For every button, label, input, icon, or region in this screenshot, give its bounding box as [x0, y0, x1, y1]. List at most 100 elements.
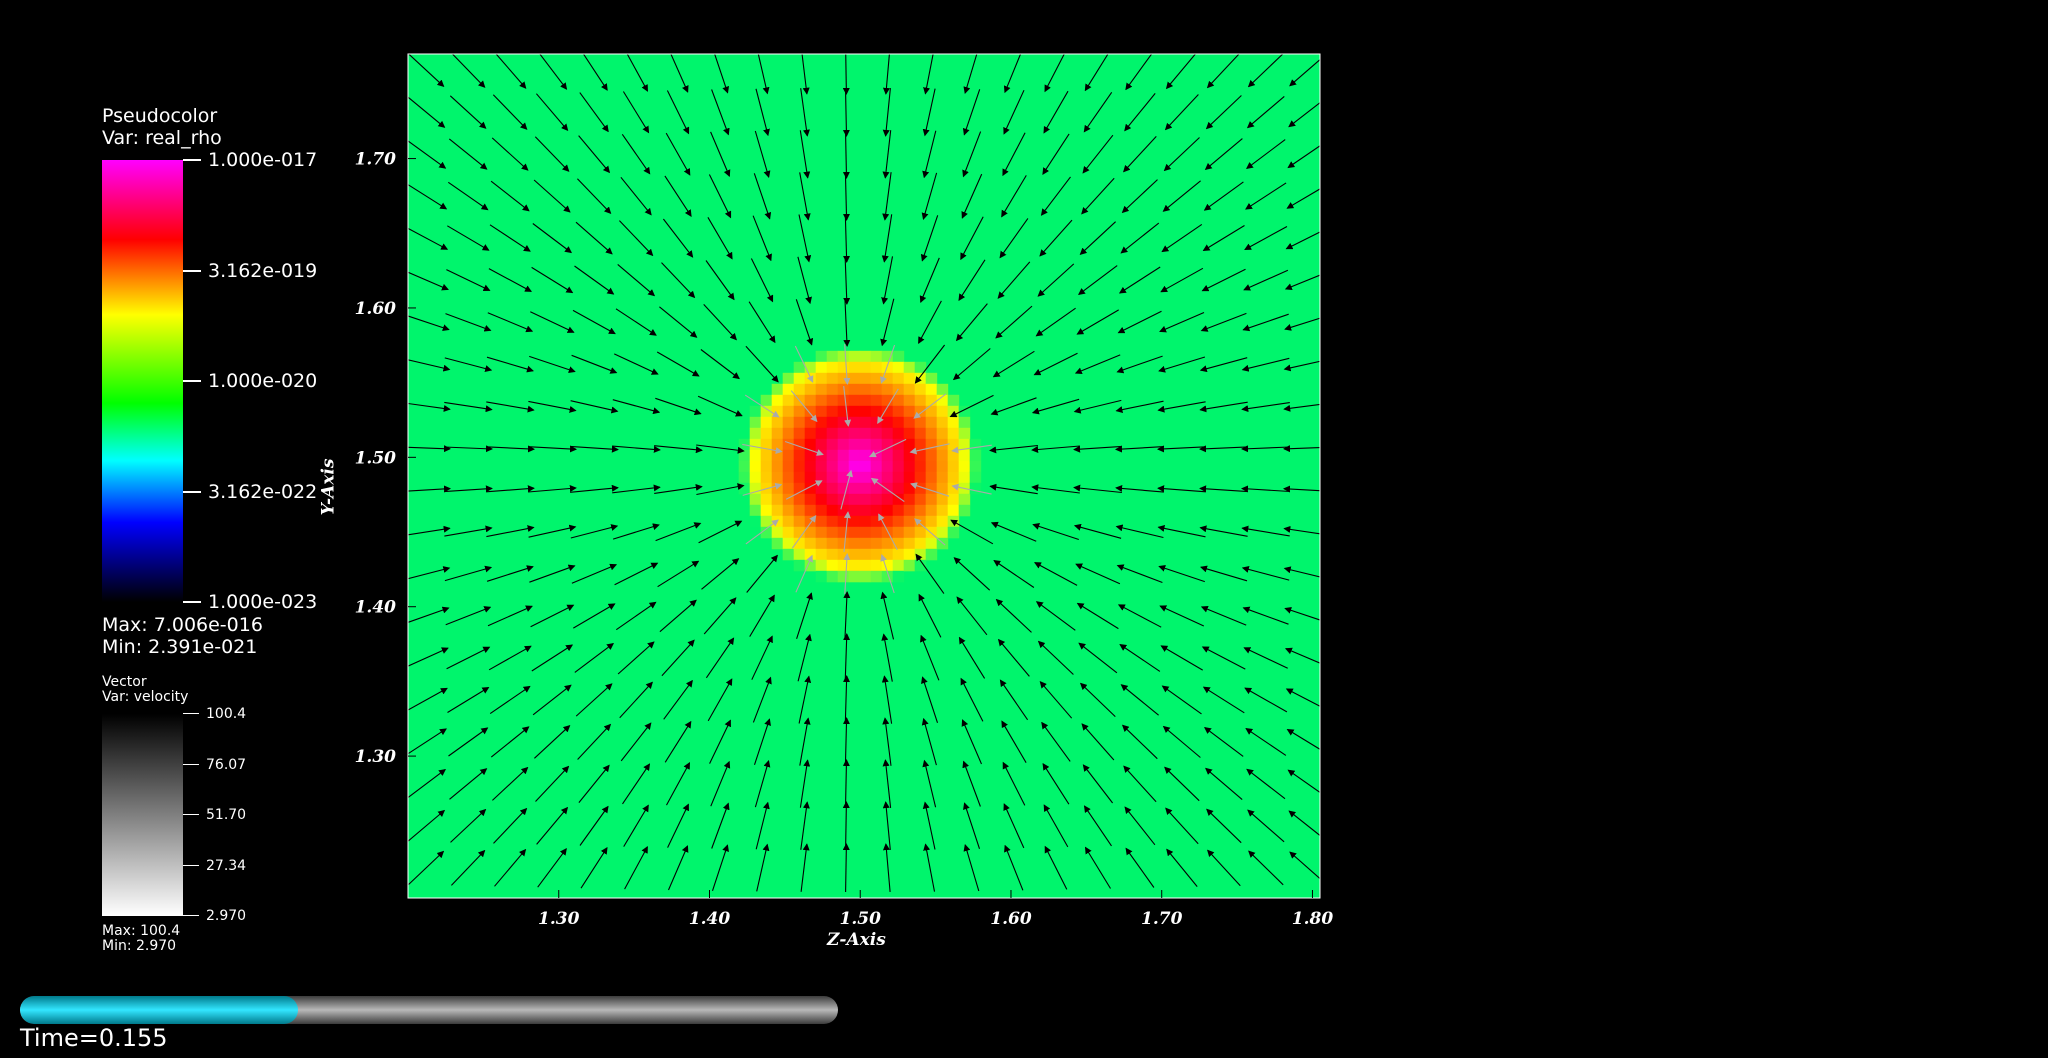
density-cell	[771, 438, 784, 451]
density-cell	[793, 493, 806, 506]
density-cell	[958, 471, 971, 484]
density-cell	[859, 504, 872, 517]
density-cell	[848, 438, 861, 451]
y-tick-label: 1.40	[355, 598, 397, 618]
density-cell	[749, 427, 762, 440]
density-cell	[859, 383, 872, 396]
density-cell	[870, 570, 883, 583]
density-cell	[826, 405, 839, 418]
density-cell	[848, 570, 861, 583]
density-cell	[870, 383, 883, 396]
density-cell	[947, 449, 960, 462]
density-cell	[859, 394, 872, 407]
density-cell	[837, 361, 850, 374]
density-cell	[881, 493, 894, 506]
density-cell	[870, 427, 883, 440]
time-slider[interactable]	[20, 996, 838, 1024]
density-cell	[881, 427, 894, 440]
density-cell	[815, 350, 828, 363]
density-cell	[881, 460, 894, 473]
density-cell	[815, 559, 828, 572]
density-cell	[892, 405, 905, 418]
density-cell	[793, 427, 806, 440]
density-cell	[760, 394, 773, 407]
density-cell	[815, 438, 828, 451]
density-cell	[782, 515, 795, 528]
density-cell	[925, 515, 938, 528]
density-cell	[848, 449, 861, 462]
density-cell	[760, 416, 773, 429]
density-cell	[947, 471, 960, 484]
density-cell	[859, 372, 872, 385]
density-cell	[771, 383, 784, 396]
density-cell	[782, 548, 795, 561]
density-cell	[782, 526, 795, 539]
density-cell	[815, 449, 828, 462]
density-cell	[859, 471, 872, 484]
density-cell	[760, 427, 773, 440]
density-cell	[793, 405, 806, 418]
density-cell	[793, 383, 806, 396]
density-cell	[749, 504, 762, 517]
density-cell	[914, 515, 927, 528]
density-cell	[848, 383, 861, 396]
density-cell	[859, 416, 872, 429]
density-cell	[892, 361, 905, 374]
density-cell	[870, 548, 883, 561]
density-cell	[771, 537, 784, 550]
density-cell	[870, 438, 883, 451]
density-cell	[859, 548, 872, 561]
density-cell	[925, 493, 938, 506]
density-cell	[903, 438, 916, 451]
density-cell	[815, 394, 828, 407]
density-cell	[859, 537, 872, 550]
density-cell	[837, 383, 850, 396]
density-cell	[815, 372, 828, 385]
density-cell	[738, 482, 751, 495]
density-cell	[837, 559, 850, 572]
density-cell	[936, 405, 949, 418]
density-cell	[925, 416, 938, 429]
density-cell	[936, 383, 949, 396]
density-cell	[925, 460, 938, 473]
density-cell	[936, 471, 949, 484]
density-cell	[969, 460, 982, 473]
density-cell	[793, 372, 806, 385]
density-cell	[826, 493, 839, 506]
density-cell	[892, 504, 905, 517]
density-cell	[914, 471, 927, 484]
density-cell	[903, 504, 916, 517]
density-cell	[969, 449, 982, 462]
density-cell	[826, 526, 839, 539]
density-cell	[749, 449, 762, 462]
density-cell	[837, 460, 850, 473]
density-cell	[826, 350, 839, 363]
density-cell	[859, 361, 872, 374]
density-cell	[881, 361, 894, 374]
density-cell	[870, 394, 883, 407]
density-cell	[826, 515, 839, 528]
density-cell	[903, 361, 916, 374]
density-cell	[782, 449, 795, 462]
density-cell	[936, 460, 949, 473]
density-cell	[914, 504, 927, 517]
density-cell	[947, 482, 960, 495]
density-cell	[958, 416, 971, 429]
density-cell	[892, 559, 905, 572]
density-cell	[947, 504, 960, 517]
density-cell	[881, 504, 894, 517]
density-cell	[859, 449, 872, 462]
density-cell	[870, 361, 883, 374]
density-cell	[848, 372, 861, 385]
density-cell	[892, 372, 905, 385]
density-cell	[815, 515, 828, 528]
density-cell	[914, 460, 927, 473]
y-tick-label: 1.60	[355, 299, 397, 319]
density-cell	[892, 460, 905, 473]
density-cell	[782, 372, 795, 385]
density-cell	[848, 482, 861, 495]
density-cell	[859, 482, 872, 495]
density-cell	[936, 504, 949, 517]
density-cell	[848, 493, 861, 506]
plot-area: 1.30 1.40 1.50 1.60 1.70 1.80 1.30 1.40 1.50 1.60…	[355, 53, 1333, 929]
